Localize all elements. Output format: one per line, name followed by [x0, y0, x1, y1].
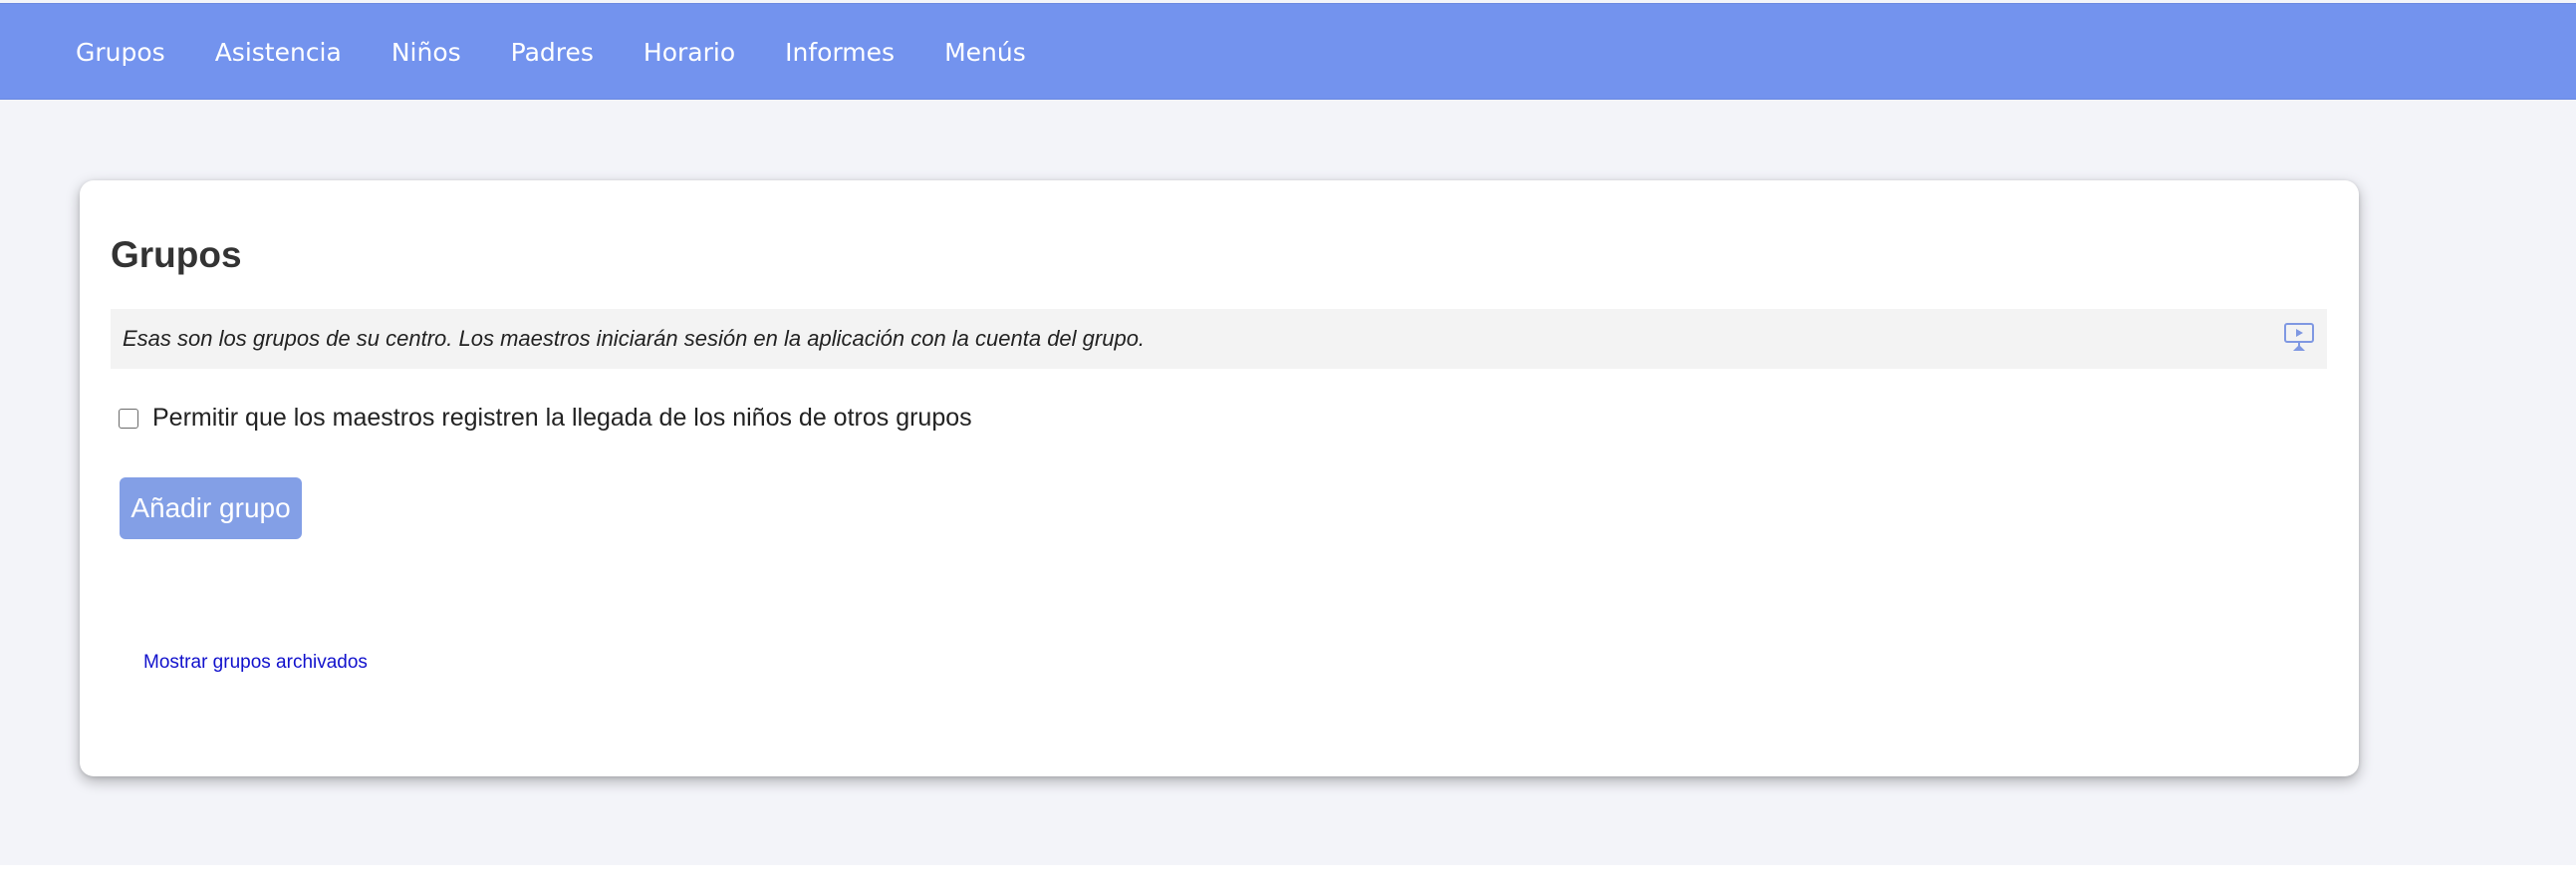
info-text: Esas son los grupos de su centro. Los ma… [123, 326, 1146, 351]
show-archived-groups-link[interactable]: Mostrar grupos archivados [143, 653, 368, 672]
nav-item-asistencia[interactable]: Asistencia [215, 40, 342, 65]
allow-checkin-other-groups-row: Permitir que los maestros registren la l… [119, 406, 972, 431]
nav-item-grupos[interactable]: Grupos [76, 40, 165, 65]
allow-checkin-other-groups-label[interactable]: Permitir que los maestros registren la l… [152, 406, 972, 431]
page-title: Grupos [111, 234, 242, 275]
nav-item-informes[interactable]: Informes [785, 40, 895, 65]
add-group-button[interactable]: Añadir grupo [120, 477, 302, 539]
info-banner: Esas son los grupos de su centro. Los ma… [111, 309, 2327, 369]
video-presentation-icon[interactable] [2283, 321, 2315, 353]
groups-card: Grupos Esas son los grupos de su centro.… [80, 180, 2359, 776]
main-nav: Grupos Asistencia Niños Padres Horario I… [0, 4, 1076, 101]
nav-item-menus[interactable]: Menús [944, 40, 1026, 65]
nav-item-padres[interactable]: Padres [511, 40, 594, 65]
nav-item-horario[interactable]: Horario [644, 40, 735, 65]
top-navigation-bar: Grupos Asistencia Niños Padres Horario I… [0, 3, 2576, 100]
allow-checkin-other-groups-checkbox[interactable] [119, 408, 138, 429]
nav-item-ninos[interactable]: Niños [391, 40, 461, 65]
